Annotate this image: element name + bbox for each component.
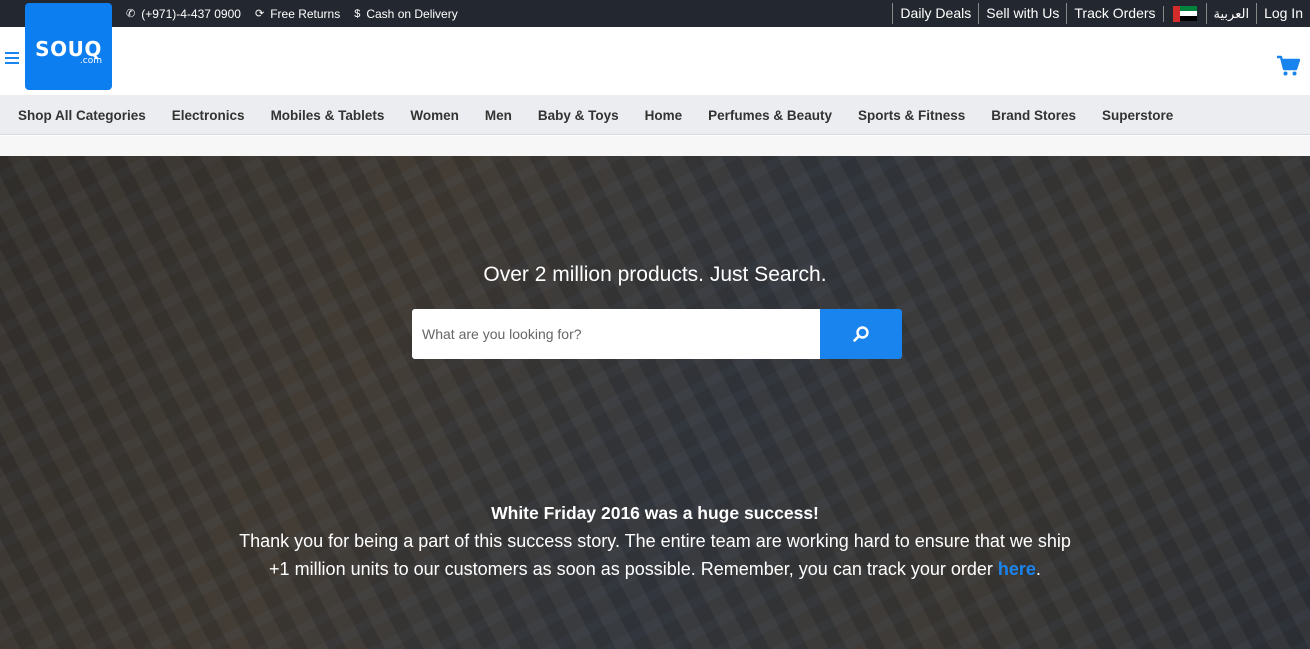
track-order-here-link[interactable]: here — [998, 559, 1036, 579]
category-perfumes-beauty[interactable]: Perfumes & Beauty — [708, 108, 832, 123]
category-men[interactable]: Men — [485, 108, 512, 123]
country-selector[interactable] — [1162, 5, 1206, 22]
cod-label: Cash on Delivery — [366, 6, 458, 21]
announcement-period: . — [1035, 559, 1041, 579]
announcement-line-2-text: +1 million units to our customers as soo… — [269, 559, 998, 579]
contact-info: ✆ (+971)-4-437 0900 ⟳ Free Returns $ Cas… — [126, 0, 458, 27]
phone-number: (+971)-4-437 0900 — [141, 6, 241, 21]
free-returns-info: ⟳ Free Returns — [255, 7, 340, 21]
category-women[interactable]: Women — [410, 108, 459, 123]
announcement-line-2: +1 million units to our customers as soo… — [0, 555, 1310, 583]
hamburger-icon[interactable] — [5, 52, 19, 64]
category-nav: Shop All Categories Electronics Mobiles … — [0, 95, 1310, 135]
top-links: Daily Deals Sell with Us Track Orders ال… — [892, 0, 1310, 27]
announcement: White Friday 2016 was a huge success! Th… — [0, 502, 1310, 583]
uae-flag-icon — [1172, 5, 1197, 22]
search-bar — [412, 309, 902, 359]
search-icon — [853, 326, 869, 342]
souq-logo[interactable]: SOUQ .com — [25, 3, 112, 90]
search-button[interactable] — [820, 309, 902, 359]
arabic-language-link[interactable]: العربية — [1205, 3, 1257, 24]
refresh-icon: ⟳ — [254, 8, 265, 20]
dollar-icon: $ — [354, 7, 361, 20]
cod-info: $ Cash on Delivery — [354, 7, 458, 21]
category-home[interactable]: Home — [645, 108, 683, 123]
hero-tagline: Over 2 million products. Just Search. — [483, 263, 827, 286]
announcement-headline: White Friday 2016 was a huge success! — [491, 503, 819, 523]
free-returns-label: Free Returns — [270, 6, 341, 21]
cart-icon[interactable] — [1276, 55, 1301, 77]
top-utility-bar: ✆ (+971)-4-437 0900 ⟳ Free Returns $ Cas… — [0, 0, 1310, 27]
phone-icon: ✆ — [126, 8, 136, 20]
daily-deals-link[interactable]: Daily Deals — [892, 3, 978, 24]
category-mobiles-tablets[interactable]: Mobiles & Tablets — [271, 108, 385, 123]
category-shop-all[interactable]: Shop All Categories — [18, 108, 146, 123]
track-orders-link[interactable]: Track Orders — [1066, 3, 1162, 24]
login-link[interactable]: Log In — [1256, 3, 1310, 24]
logo-suffix: .com — [79, 56, 102, 66]
nav-divider — [0, 136, 1310, 156]
category-superstore[interactable]: Superstore — [1102, 108, 1173, 123]
category-electronics[interactable]: Electronics — [172, 108, 245, 123]
category-sports-fitness[interactable]: Sports & Fitness — [858, 108, 965, 123]
sell-with-us-link[interactable]: Sell with Us — [978, 3, 1066, 24]
hero-banner: Over 2 million products. Just Search. Wh… — [0, 156, 1310, 649]
announcement-body: Thank you for being a part of this succe… — [0, 527, 1310, 583]
search-input[interactable] — [412, 309, 820, 359]
announcement-line-1: Thank you for being a part of this succe… — [239, 531, 1071, 551]
phone-info: ✆ (+971)-4-437 0900 — [126, 7, 241, 21]
category-baby-toys[interactable]: Baby & Toys — [538, 108, 619, 123]
category-brand-stores[interactable]: Brand Stores — [991, 108, 1076, 123]
